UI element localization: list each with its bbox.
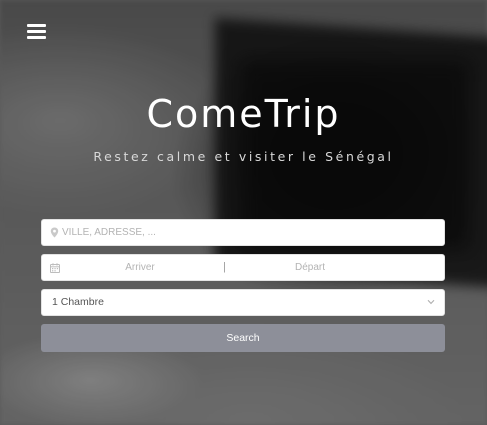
rooms-field: 1 Chambre bbox=[41, 289, 445, 316]
rooms-select[interactable]: 1 Chambre bbox=[42, 290, 444, 315]
location-input[interactable] bbox=[62, 220, 432, 245]
hamburger-menu-icon[interactable] bbox=[27, 24, 46, 40]
tagline: Restez calme et visiter le Sénégal bbox=[93, 149, 394, 164]
rooms-selected-value: 1 Chambre bbox=[52, 296, 104, 308]
map-pin-icon bbox=[50, 227, 59, 238]
chevron-down-icon bbox=[427, 299, 435, 305]
calendar-icon bbox=[50, 263, 60, 273]
arrive-date-input[interactable] bbox=[66, 255, 214, 280]
menu-bar-top bbox=[27, 24, 46, 27]
depart-date-input[interactable] bbox=[236, 255, 384, 280]
brand-title: ComeTrip bbox=[146, 92, 341, 136]
menu-bar-middle bbox=[27, 30, 46, 33]
date-separator: | bbox=[223, 261, 226, 273]
search-button[interactable]: Search bbox=[41, 324, 445, 352]
background-overlay bbox=[0, 0, 487, 425]
dates-field: | bbox=[41, 254, 445, 281]
page: ComeTrip Restez calme et visiter le Séné… bbox=[0, 0, 487, 425]
menu-bar-bottom bbox=[27, 36, 46, 39]
location-field bbox=[41, 219, 445, 246]
